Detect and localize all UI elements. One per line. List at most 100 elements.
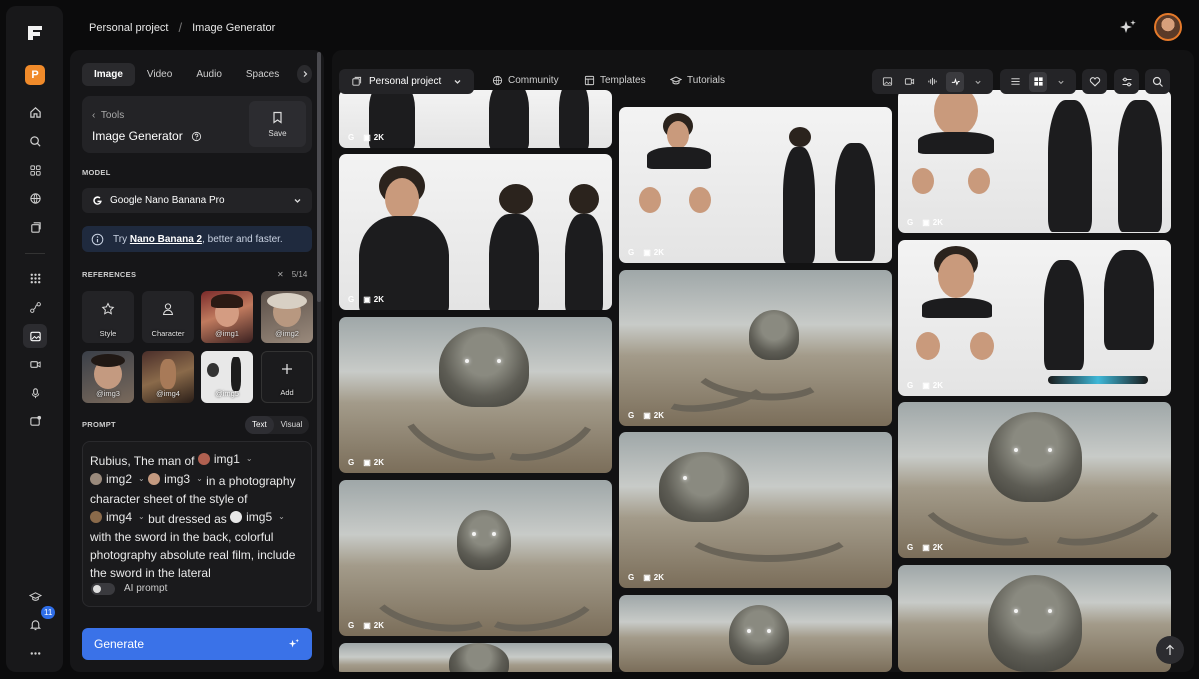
gallery-card[interactable]: G ▣ 2K xyxy=(898,90,1171,233)
google-icon: G xyxy=(628,248,635,257)
google-icon: G xyxy=(907,381,914,390)
project-selector[interactable]: Personal project xyxy=(339,69,474,94)
gallery-card[interactable]: G ▣ 2K xyxy=(619,270,892,426)
model-select[interactable]: Google Nano Banana Pro xyxy=(82,188,312,213)
add-reference-button[interactable]: Add xyxy=(261,351,313,403)
chevron-down-icon[interactable] xyxy=(968,72,987,92)
gallery-card[interactable]: G ▣ 2K xyxy=(339,480,612,636)
breadcrumb-page[interactable]: Image Generator xyxy=(192,22,275,34)
image-icon: ▣ xyxy=(922,381,930,390)
filters-button[interactable] xyxy=(1114,69,1139,94)
clear-references-icon[interactable]: ✕ xyxy=(277,270,284,279)
panel-scrollbar[interactable] xyxy=(317,52,321,612)
gallery-search-button[interactable] xyxy=(1145,69,1170,94)
prompt-mode-text[interactable]: Text xyxy=(245,416,274,434)
grid-view-icon[interactable] xyxy=(1028,71,1048,92)
workflow-icon[interactable] xyxy=(23,295,47,319)
image-icon: ▣ xyxy=(363,295,371,304)
prompt-mode-visual[interactable]: Visual xyxy=(274,416,310,434)
reference-character[interactable]: Character xyxy=(142,291,194,343)
prompt-chip-img4[interactable]: img4 ⌄ xyxy=(90,508,145,526)
template-icon xyxy=(584,75,595,86)
home-icon[interactable] xyxy=(23,100,47,124)
reference-img2[interactable]: @img2 xyxy=(261,291,313,343)
upgrade-tip: Try Nano Banana 2, better and faster. xyxy=(82,226,312,252)
ai-prompt-switch[interactable]: AI prompt xyxy=(91,580,167,598)
image-icon: ▣ xyxy=(922,218,930,227)
google-icon: G xyxy=(907,543,914,552)
tab-video[interactable]: Video xyxy=(135,63,184,86)
tutorials-link[interactable]: Tutorials xyxy=(670,75,725,86)
prompt-chip-img5[interactable]: img5 ⌄ xyxy=(230,508,285,526)
google-icon: G xyxy=(628,573,635,582)
gallery-card[interactable]: G ▣ 2K xyxy=(339,90,612,148)
reference-img1[interactable]: @img1 xyxy=(201,291,253,343)
favorites-button[interactable] xyxy=(1082,69,1107,94)
workspace-avatar[interactable]: P xyxy=(25,65,45,85)
scroll-to-top-button[interactable] xyxy=(1156,636,1184,664)
gallery-card[interactable]: G ▣ 2K xyxy=(619,432,892,588)
prompt-chip-img2[interactable]: img2 ⌄ xyxy=(90,470,145,488)
breadcrumb-project[interactable]: Personal project xyxy=(89,22,169,34)
tab-audio[interactable]: Audio xyxy=(184,63,234,86)
prompt-editor[interactable]: Rubius, The man of img1 ⌄ img2 ⌄ img3 ⌄ in … xyxy=(82,441,312,607)
app-logo-icon[interactable] xyxy=(25,23,45,43)
help-icon[interactable] xyxy=(191,131,202,142)
reference-img4[interactable]: @img4 xyxy=(142,351,194,403)
list-view-icon[interactable] xyxy=(1006,72,1025,92)
prompt-chip-img3[interactable]: img3 ⌄ xyxy=(148,470,203,488)
gallery-card[interactable]: G ▣ 2K xyxy=(339,317,612,473)
learn-icon[interactable] xyxy=(23,584,47,608)
filter-audio-icon[interactable] xyxy=(923,72,942,92)
more-icon[interactable] xyxy=(23,641,47,665)
tool-title: Image Generator xyxy=(92,129,202,143)
graduation-cap-icon xyxy=(670,76,682,85)
back-to-tools[interactable]: ‹ Tools xyxy=(92,110,124,121)
image-generator-icon[interactable] xyxy=(23,324,47,348)
generate-button[interactable]: Generate xyxy=(82,628,312,660)
google-icon: G xyxy=(348,458,355,467)
save-button[interactable]: Save xyxy=(249,101,306,147)
globe-icon[interactable] xyxy=(23,186,47,210)
gallery-card[interactable] xyxy=(339,643,612,672)
video-icon[interactable] xyxy=(23,352,47,376)
chevron-left-icon: ‹ xyxy=(92,110,101,121)
community-link[interactable]: Community xyxy=(492,75,559,86)
assistant-icon[interactable] xyxy=(23,409,47,433)
tip-link[interactable]: Nano Banana 2 xyxy=(130,234,202,245)
reference-img5[interactable]: @img5 xyxy=(201,351,253,403)
apps-grid-icon[interactable] xyxy=(23,158,47,182)
gallery-card[interactable] xyxy=(619,595,892,672)
dots-grid-icon[interactable] xyxy=(23,266,47,290)
gallery-card[interactable]: G ▣ 2K xyxy=(339,154,612,310)
templates-link[interactable]: Templates xyxy=(584,75,646,86)
filter-image-icon[interactable] xyxy=(878,72,897,92)
google-icon: G xyxy=(348,621,355,630)
plus-icon xyxy=(262,363,312,375)
sparkles-icon[interactable] xyxy=(1118,18,1138,38)
image-icon: ▣ xyxy=(643,573,651,582)
style-icon xyxy=(82,302,134,316)
chevron-down-icon[interactable] xyxy=(1051,72,1070,92)
reference-img3[interactable]: @img3 xyxy=(82,351,134,403)
gallery-card[interactable]: G ▣ 2K xyxy=(898,240,1171,396)
search-icon[interactable] xyxy=(23,129,47,153)
globe-icon xyxy=(492,75,503,86)
filter-video-icon[interactable] xyxy=(901,72,920,92)
project-icon xyxy=(352,76,362,86)
prompt-chip-img1[interactable]: img1 ⌄ xyxy=(197,450,253,468)
google-icon: G xyxy=(628,411,635,420)
tab-image[interactable]: Image xyxy=(82,62,135,86)
sliders-icon xyxy=(1122,77,1131,86)
filter-all-icon[interactable] xyxy=(945,71,965,92)
reference-style[interactable]: Style xyxy=(82,291,134,343)
gallery-card[interactable] xyxy=(898,565,1171,672)
gallery-card[interactable]: G ▣ 2K xyxy=(898,402,1171,558)
microphone-icon[interactable] xyxy=(23,381,47,405)
user-avatar[interactable] xyxy=(1154,13,1182,41)
ai-prompt-toggle[interactable] xyxy=(91,583,115,595)
library-icon[interactable] xyxy=(23,215,47,239)
gallery-card[interactable]: G ▣ 2K xyxy=(619,107,892,263)
tab-spaces[interactable]: Spaces xyxy=(234,63,291,86)
chevron-right-icon[interactable] xyxy=(297,65,312,83)
